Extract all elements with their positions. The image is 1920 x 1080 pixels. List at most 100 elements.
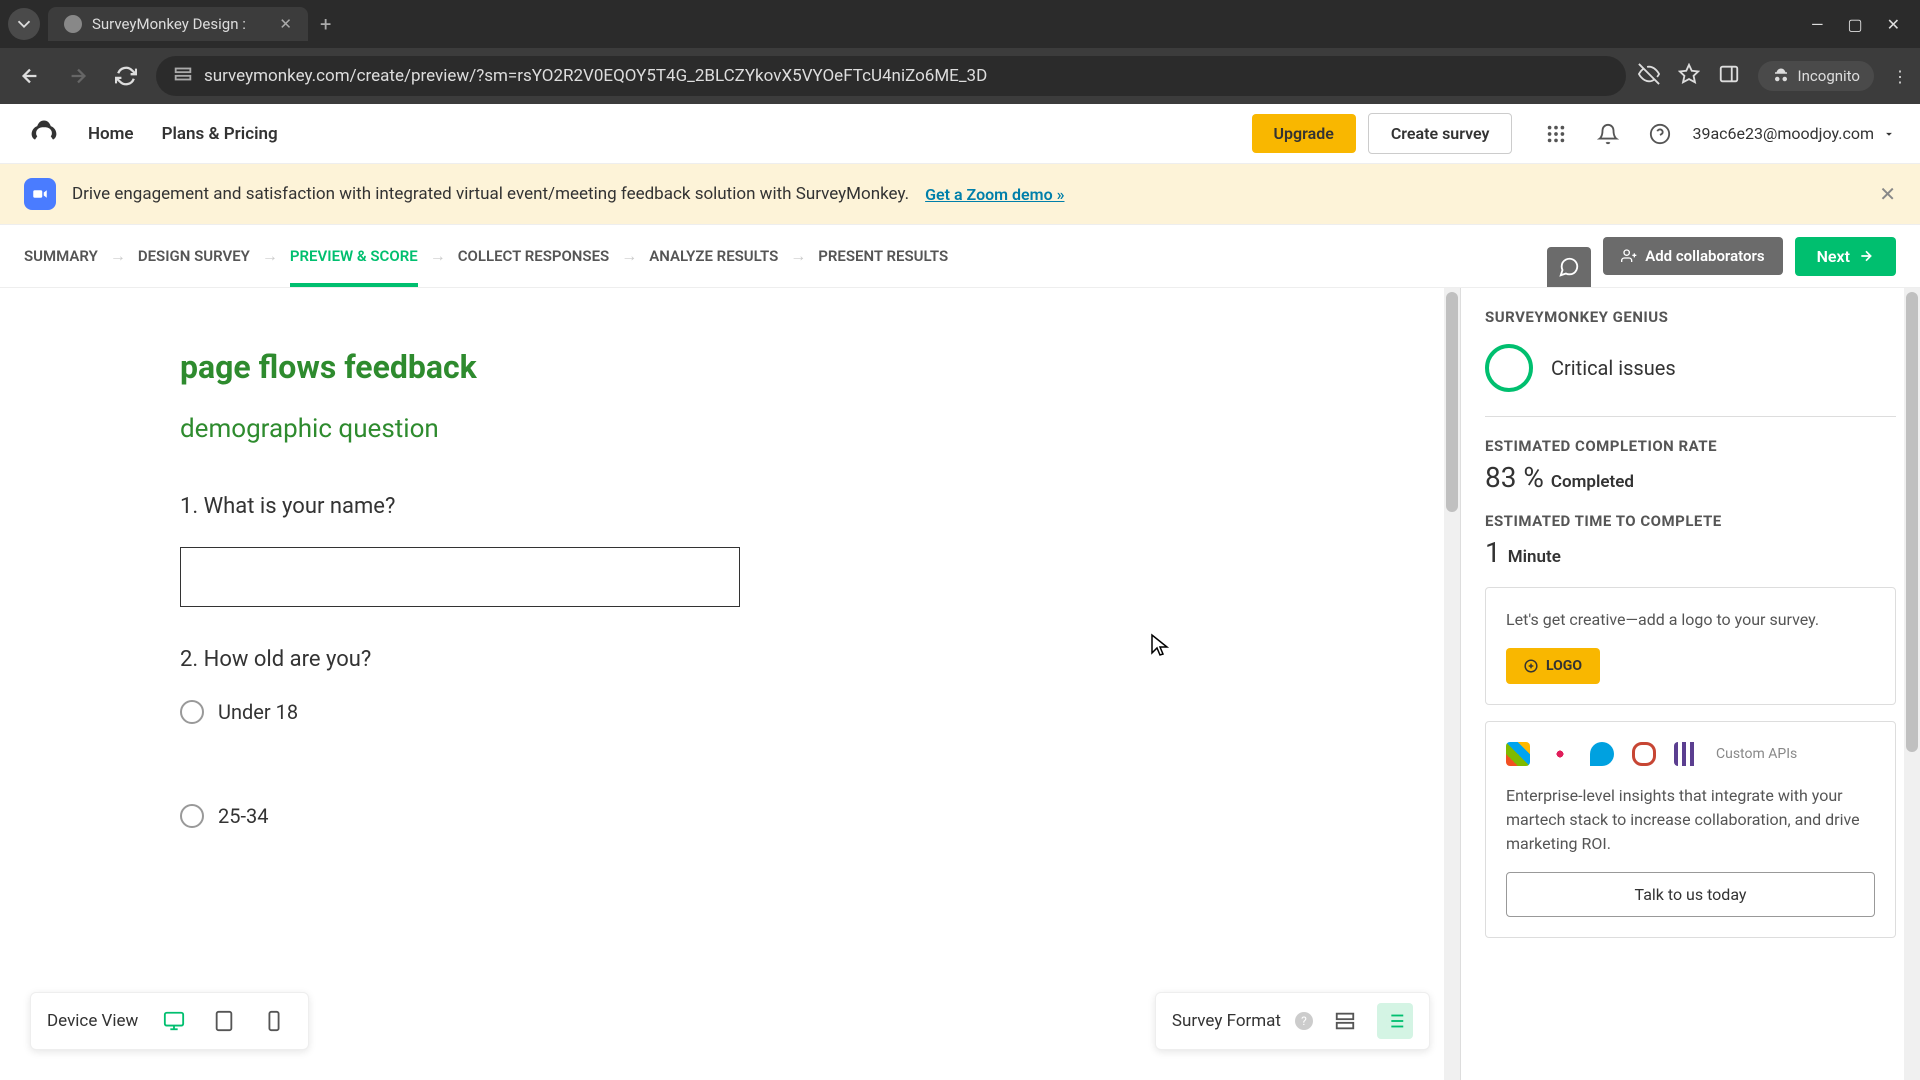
step-arrow-icon: →	[430, 246, 446, 266]
window-minimize-icon[interactable]: —	[1811, 15, 1824, 34]
create-survey-button[interactable]: Create survey	[1368, 113, 1513, 154]
user-email: 39ac6e23@moodjoy.com	[1692, 124, 1874, 143]
scrollbar-thumb[interactable]	[1446, 292, 1458, 512]
survey-format-label: Survey Format	[1172, 1011, 1281, 1031]
question-1-input[interactable]	[180, 547, 740, 607]
browser-menu-icon[interactable]: ⋮	[1892, 67, 1908, 86]
promo-banner: Drive engagement and satisfaction with i…	[0, 164, 1920, 225]
step-design[interactable]: DESIGN SURVEY	[138, 235, 250, 277]
step-summary[interactable]: SUMMARY	[24, 235, 98, 277]
genius-score-icon	[1485, 344, 1533, 392]
back-button[interactable]	[12, 58, 48, 94]
time-complete-label: ESTIMATED TIME TO COMPLETE	[1485, 512, 1896, 530]
nav-plans[interactable]: Plans & Pricing	[162, 124, 278, 144]
question-2-text: 2. How old are you?	[180, 647, 1280, 672]
completion-rate-label: ESTIMATED COMPLETION RATE	[1485, 437, 1896, 455]
step-collect[interactable]: COLLECT RESPONSES	[458, 235, 610, 277]
panel-scrollbar[interactable]	[1904, 288, 1920, 1080]
panel-icon[interactable]	[1718, 63, 1740, 89]
promo-text: Drive engagement and satisfaction with i…	[72, 184, 909, 204]
logo-button-label: LOGO	[1546, 658, 1582, 674]
step-analyze[interactable]: ANALYZE RESULTS	[649, 235, 778, 277]
url-text: surveymonkey.com/create/preview/?sm=rsYO…	[204, 66, 987, 86]
user-menu[interactable]: 39ac6e23@moodjoy.com	[1692, 123, 1896, 145]
incognito-label: Incognito	[1798, 67, 1860, 85]
survey-title: page flows feedback	[180, 348, 1280, 386]
survey-format-toolbar: Survey Format ?	[1155, 992, 1430, 1050]
step-present[interactable]: PRESENT RESULTS	[818, 235, 948, 277]
time-complete-value: 1 Minute	[1485, 536, 1896, 569]
salesforce-icon	[1590, 742, 1614, 766]
apps-icon[interactable]	[1536, 114, 1576, 154]
step-preview[interactable]: PREVIEW & SCORE	[290, 235, 418, 277]
promo-link[interactable]: Get a Zoom demo »	[925, 185, 1064, 204]
microsoft-icon	[1506, 742, 1530, 766]
add-logo-button[interactable]: LOGO	[1506, 648, 1600, 684]
comments-button[interactable]	[1547, 247, 1591, 287]
zoom-icon	[24, 178, 56, 210]
format-one-at-a-time-button[interactable]	[1327, 1003, 1363, 1039]
question-1-text: 1. What is your name?	[180, 494, 1280, 519]
window-close-icon[interactable]: ✕	[1887, 15, 1900, 34]
bookmark-icon[interactable]	[1678, 63, 1700, 89]
surveymonkey-logo-icon[interactable]	[24, 114, 64, 154]
promo-close-icon[interactable]: ✕	[1879, 182, 1896, 206]
genius-panel: SURVEYMONKEY GENIUS Critical issues ESTI…	[1460, 288, 1920, 1080]
radio-icon	[180, 804, 204, 828]
format-classic-button[interactable]	[1377, 1003, 1413, 1039]
help-icon[interactable]	[1640, 114, 1680, 154]
device-view-toolbar: Device View	[30, 992, 309, 1050]
radio-option-25-34[interactable]: 25-34	[180, 804, 1280, 828]
step-arrow-icon: →	[110, 246, 126, 266]
forward-button[interactable]	[60, 58, 96, 94]
next-button[interactable]: Next	[1795, 237, 1896, 276]
format-help-icon[interactable]: ?	[1295, 1012, 1313, 1030]
critical-issues-text: Critical issues	[1551, 356, 1676, 380]
next-label: Next	[1817, 247, 1850, 266]
genius-header: SURVEYMONKEY GENIUS	[1485, 308, 1896, 326]
step-arrow-icon: →	[262, 246, 278, 266]
nav-home[interactable]: Home	[88, 124, 134, 144]
tab-search-button[interactable]	[8, 8, 40, 40]
upgrade-button[interactable]: Upgrade	[1252, 114, 1356, 153]
notifications-icon[interactable]	[1588, 114, 1628, 154]
tab-title: SurveyMonkey Design :	[92, 15, 246, 33]
step-arrow-icon: →	[790, 246, 806, 266]
device-tablet-button[interactable]	[206, 1003, 242, 1039]
logo-card: Let's get creative—add a logo to your su…	[1485, 587, 1896, 705]
reload-button[interactable]	[108, 58, 144, 94]
step-arrow-icon: →	[621, 246, 637, 266]
add-collaborators-button[interactable]: Add collaborators	[1603, 237, 1782, 275]
device-phone-button[interactable]	[256, 1003, 292, 1039]
window-maximize-icon[interactable]: ▢	[1847, 15, 1862, 34]
site-settings-icon[interactable]	[172, 63, 194, 90]
device-view-label: Device View	[47, 1011, 138, 1031]
radio-label: 25-34	[218, 804, 269, 828]
custom-apis-label: Custom APIs	[1716, 746, 1797, 762]
integrations-card: Custom APIs Enterprise-level insights th…	[1485, 721, 1896, 938]
step-nav: SUMMARY → DESIGN SURVEY → PREVIEW & SCOR…	[0, 225, 1920, 288]
radio-label: Under 18	[218, 700, 298, 724]
tab-favicon	[64, 15, 82, 33]
preview-scrollbar[interactable]	[1444, 288, 1460, 1080]
address-bar[interactable]: surveymonkey.com/create/preview/?sm=rsYO…	[156, 56, 1626, 96]
new-tab-button[interactable]: +	[320, 12, 331, 36]
oracle-icon	[1632, 742, 1656, 766]
survey-preview-pane: page flows feedback demographic question…	[0, 288, 1460, 1080]
powerbi-icon	[1674, 742, 1698, 766]
completion-rate-value: 83 % Completed	[1485, 461, 1896, 494]
enterprise-text: Enterprise-level insights that integrate…	[1506, 784, 1875, 856]
survey-subtitle: demographic question	[180, 414, 1280, 444]
device-desktop-button[interactable]	[156, 1003, 192, 1039]
tracking-icon[interactable]	[1638, 63, 1660, 89]
collab-label: Add collaborators	[1645, 247, 1764, 265]
radio-option-under-18[interactable]: Under 18	[180, 700, 1280, 724]
logo-card-text: Let's get creative—add a logo to your su…	[1506, 608, 1875, 632]
top-nav: Home Plans & Pricing Upgrade Create surv…	[0, 104, 1920, 164]
browser-tab[interactable]: SurveyMonkey Design : ✕	[48, 7, 308, 41]
incognito-badge[interactable]: Incognito	[1758, 61, 1874, 91]
tab-close-icon[interactable]: ✕	[279, 15, 292, 33]
scrollbar-thumb[interactable]	[1906, 292, 1918, 752]
talk-to-us-button[interactable]: Talk to us today	[1506, 872, 1875, 917]
radio-icon	[180, 700, 204, 724]
